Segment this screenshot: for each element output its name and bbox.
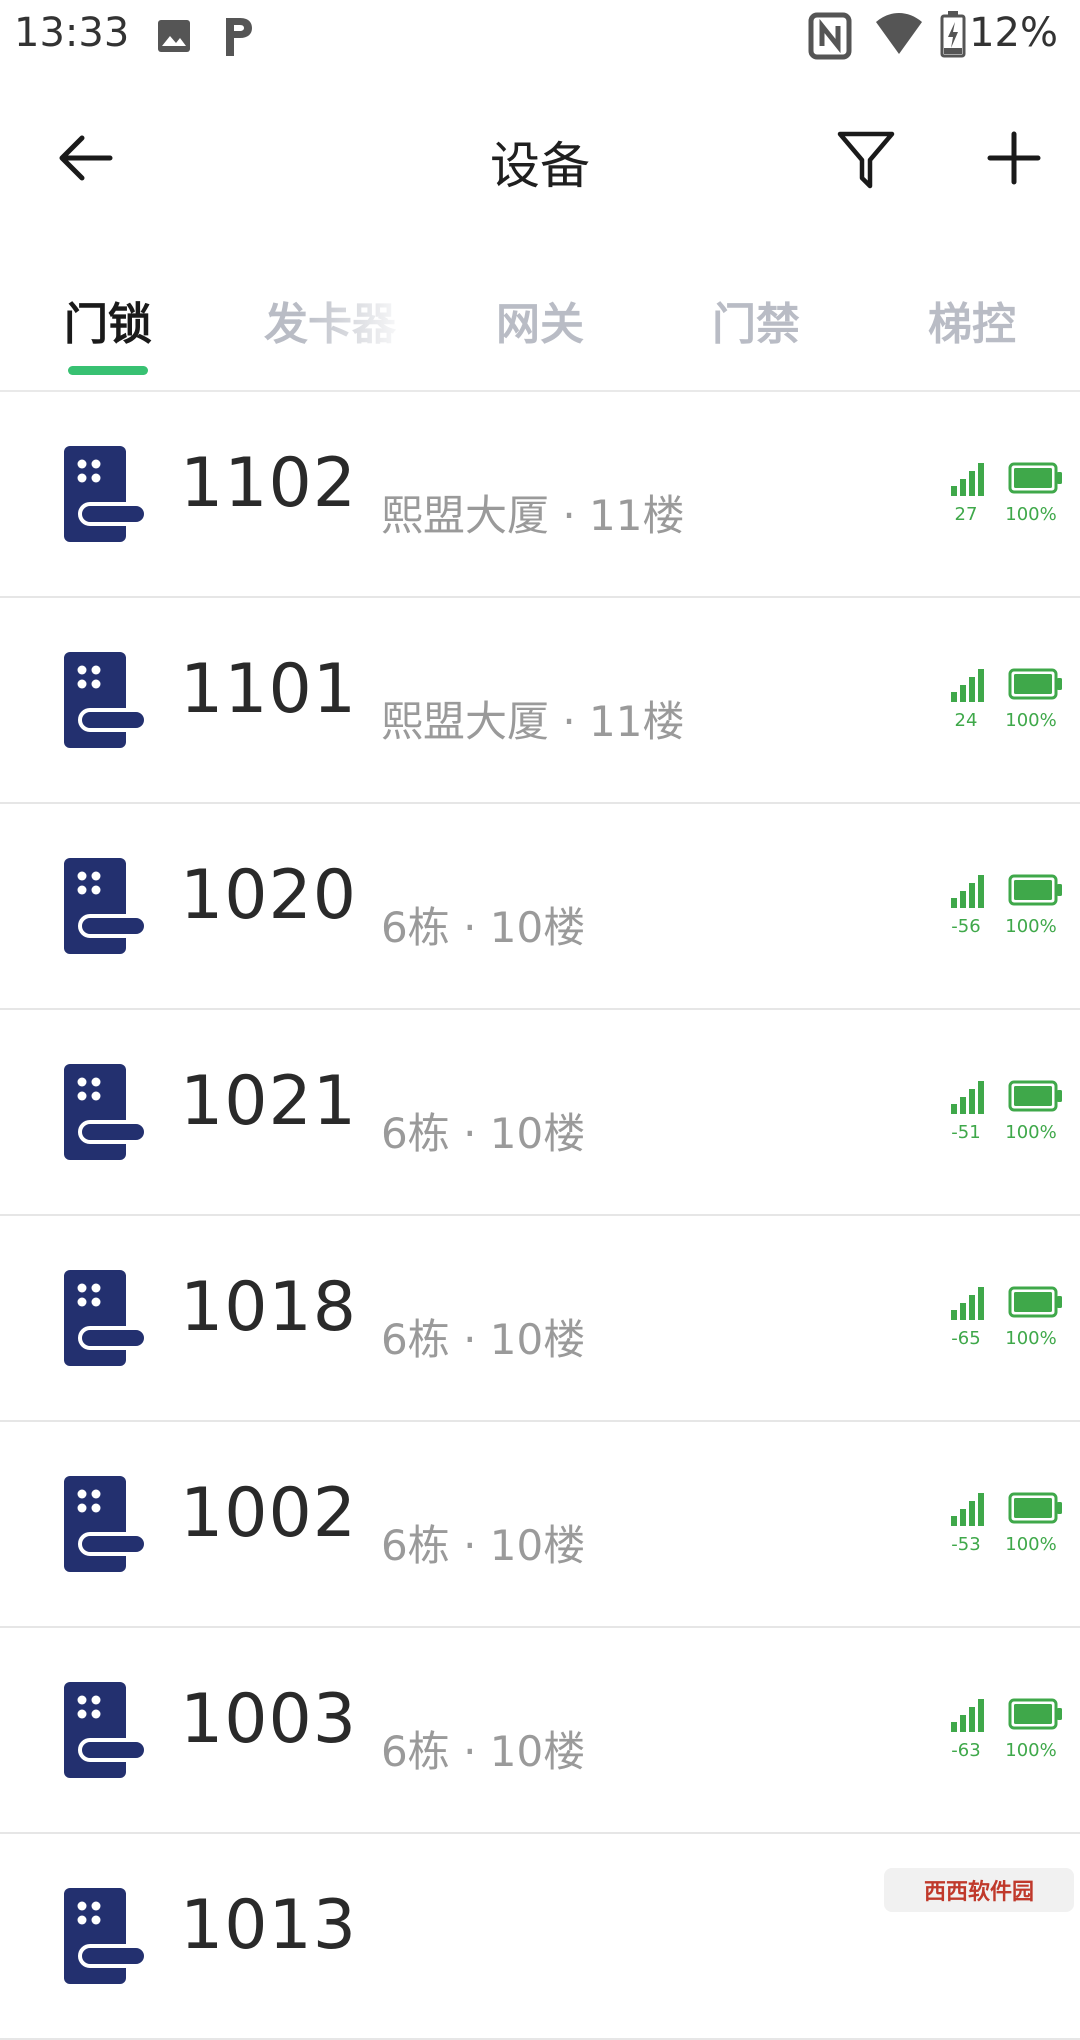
device-type-tabs: 门锁 发卡器 网关 门禁 梯控	[0, 270, 1080, 390]
device-number: 1013	[180, 1886, 358, 1965]
device-row[interactable]: 1003 6栋 · 10楼 -63 100%	[0, 1628, 1080, 1834]
device-row[interactable]: 1002 6栋 · 10楼 -53 100%	[0, 1422, 1080, 1628]
app-bar: 设备	[0, 90, 1080, 230]
battery-level-icon	[1008, 1698, 1062, 1730]
wifi-icon	[876, 13, 922, 54]
device-number: 1003	[180, 1680, 358, 1759]
device-number: 1020	[180, 856, 358, 935]
battery-charging-icon	[940, 11, 966, 58]
nfc-icon	[808, 12, 852, 60]
device-number: 1101	[180, 650, 358, 729]
status-bar: 13:33 12%	[0, 0, 1080, 74]
battery-percent: 12%	[969, 10, 1058, 56]
tab-gateway[interactable]: 网关	[496, 288, 584, 352]
door-lock-icon	[64, 1476, 148, 1572]
device-location: 6栋 · 10楼	[381, 1521, 586, 1570]
signal-strength-icon	[951, 1699, 984, 1732]
device-location: 熙盟大厦 · 11楼	[381, 491, 685, 540]
door-lock-icon	[64, 652, 148, 748]
battery-level-icon	[1008, 462, 1062, 494]
signal-value: 24	[954, 710, 978, 731]
battery-value: 100%	[1005, 1328, 1057, 1349]
battery-level-icon	[1008, 1492, 1062, 1524]
filter-icon[interactable]	[836, 128, 896, 192]
signal-value: -56	[951, 916, 981, 937]
image-icon	[158, 20, 190, 52]
battery-value: 100%	[1005, 916, 1057, 937]
device-number: 1021	[180, 1062, 358, 1141]
door-lock-icon	[64, 1682, 148, 1778]
signal-strength-icon	[951, 1287, 984, 1320]
door-lock-icon	[64, 1270, 148, 1366]
device-row[interactable]: 1021 6栋 · 10楼 -51 100%	[0, 1010, 1080, 1216]
battery-value: 100%	[1005, 1122, 1057, 1143]
battery-value: 100%	[1005, 1740, 1057, 1761]
page-title: 设备	[490, 137, 590, 195]
signal-strength-icon	[951, 1493, 984, 1526]
device-row[interactable]: 1101 熙盟大厦 · 11楼 24 100%	[0, 598, 1080, 804]
plus-icon[interactable]	[984, 128, 1044, 188]
door-lock-icon	[64, 446, 148, 542]
device-location: 6栋 · 10楼	[381, 1727, 586, 1776]
battery-level-icon	[1008, 1080, 1062, 1112]
tab-door-lock[interactable]: 门锁	[64, 288, 152, 352]
signal-value: 27	[954, 504, 978, 525]
tab-active-indicator	[68, 366, 148, 375]
battery-value: 100%	[1005, 504, 1057, 525]
device-location: 熙盟大厦 · 11楼	[381, 697, 685, 746]
battery-value: 100%	[1005, 1534, 1057, 1555]
signal-value: -51	[951, 1122, 981, 1143]
signal-value: -63	[951, 1740, 981, 1761]
device-row[interactable]: 1018 6栋 · 10楼 -65 100%	[0, 1216, 1080, 1422]
signal-value: -65	[951, 1328, 981, 1349]
device-number: 1102	[180, 444, 358, 523]
signal-strength-icon	[951, 669, 984, 702]
battery-level-icon	[1008, 668, 1062, 700]
status-time: 13:33	[14, 10, 130, 56]
device-location: 6栋 · 10楼	[381, 903, 586, 952]
signal-strength-icon	[951, 875, 984, 908]
tab-scroll-fade	[300, 280, 410, 360]
device-location: 6栋 · 10楼	[381, 1109, 586, 1158]
watermark-logo: 西西软件园	[884, 1868, 1074, 1912]
signal-value: -53	[951, 1534, 981, 1555]
battery-level-icon	[1008, 1286, 1062, 1318]
device-row[interactable]: 1102 熙盟大厦 · 11楼 27 100%	[0, 392, 1080, 598]
door-lock-icon	[64, 1064, 148, 1160]
door-lock-icon	[64, 858, 148, 954]
tab-elevator-control[interactable]: 梯控	[928, 288, 1016, 352]
signal-strength-icon	[951, 463, 984, 496]
device-row[interactable]: 1013	[0, 1834, 1080, 2040]
parking-app-icon	[226, 18, 252, 56]
tab-access-control[interactable]: 门禁	[712, 288, 800, 352]
battery-value: 100%	[1005, 710, 1057, 731]
device-list[interactable]: 1102 熙盟大厦 · 11楼 27 100% 1101 熙盟大厦 · 11楼 24 100%…	[0, 392, 1080, 2040]
device-location: 6栋 · 10楼	[381, 1315, 586, 1364]
device-row[interactable]: 1020 6栋 · 10楼 -56 100%	[0, 804, 1080, 1010]
door-lock-icon	[64, 1888, 148, 1984]
signal-strength-icon	[951, 1081, 984, 1114]
watermark-text: 西西软件园	[923, 1880, 1034, 1905]
battery-level-icon	[1008, 874, 1062, 906]
device-number: 1002	[180, 1474, 358, 1553]
device-number: 1018	[180, 1268, 358, 1347]
